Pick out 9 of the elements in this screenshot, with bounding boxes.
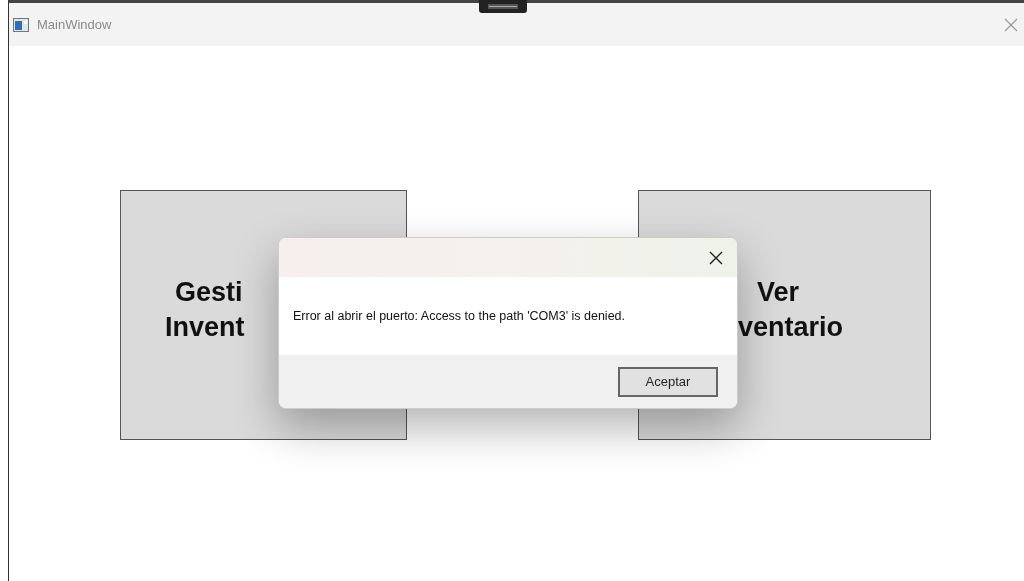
tile-label: Gesti [175,276,243,309]
tile-label: Invent [165,311,245,345]
accept-button[interactable]: Aceptar [618,367,718,397]
window-title: MainWindow [37,15,112,34]
app-icon [13,17,29,32]
tile-label: Ver [757,276,800,309]
tile-label: ventario [738,311,844,345]
close-icon[interactable] [709,250,723,265]
snap-handle-icon[interactable] [479,0,527,13]
